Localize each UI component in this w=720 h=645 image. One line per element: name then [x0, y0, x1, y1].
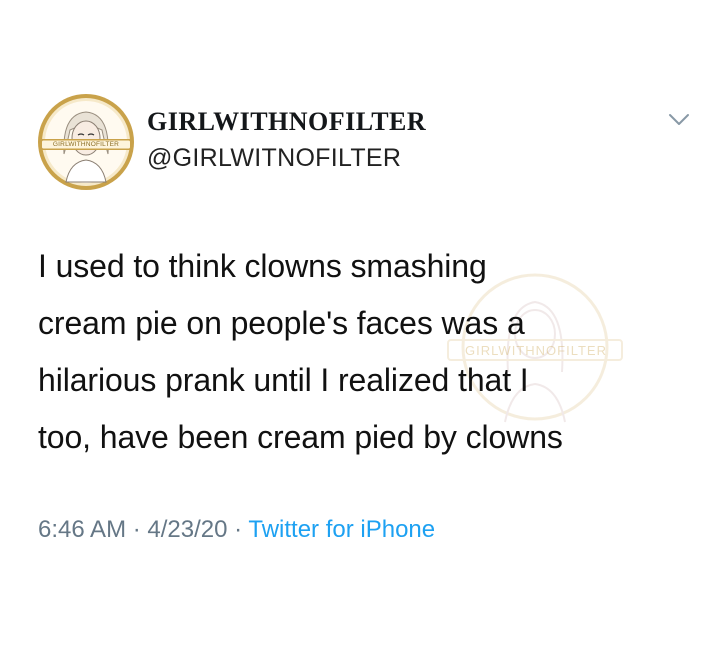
tweet-card: GIRLWITHNOFILTER GIRLWITHNOFILTER @GIRLW…: [0, 0, 720, 645]
tweet-text-line: cream pie on people's faces was a: [38, 305, 525, 341]
tweet-date[interactable]: 4/23/20: [147, 516, 227, 543]
meta-separator: ·: [126, 516, 148, 543]
tweet-text: I used to think clowns smashing cream pi…: [38, 238, 698, 466]
tweet-text-line: too, have been cream pied by clowns: [38, 419, 563, 455]
meta-separator: ·: [227, 516, 249, 543]
chevron-down-icon[interactable]: [668, 113, 690, 127]
user-handle[interactable]: @GIRLWITNOFILTER: [147, 144, 401, 173]
tweet-meta: 6:46 AM · 4/23/20 · Twitter for iPhone: [38, 516, 435, 544]
display-name[interactable]: GIRLWITHNOFILTER: [147, 107, 426, 137]
tweet-text-line: I used to think clowns smashing: [38, 248, 487, 284]
tweet-text-line: hilarious prank until I realized that I: [38, 362, 529, 398]
avatar-badge-text: GIRLWITHNOFILTER: [52, 141, 120, 148]
tweet-source-link[interactable]: Twitter for iPhone: [248, 516, 435, 543]
tweet-time[interactable]: 6:46 AM: [38, 516, 126, 543]
